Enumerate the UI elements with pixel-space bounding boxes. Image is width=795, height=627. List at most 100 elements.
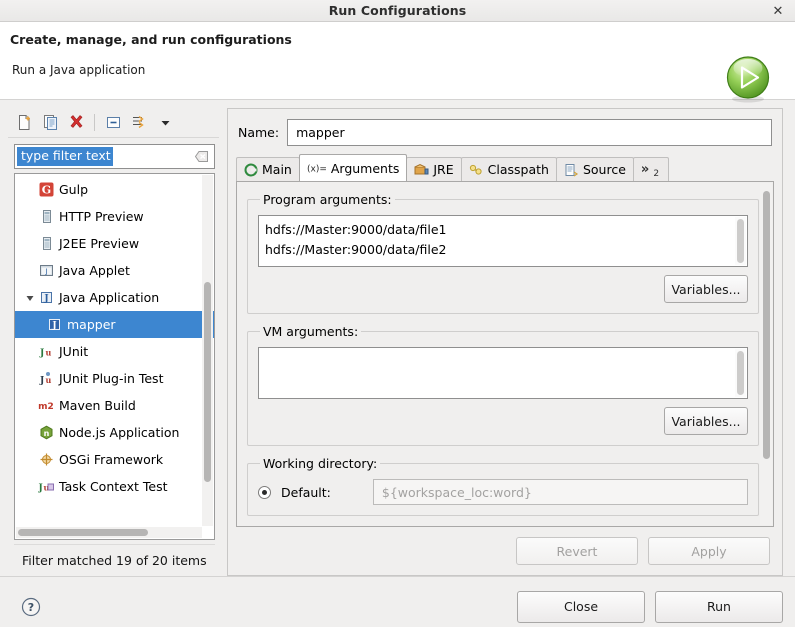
program-arguments-scrollbar-thumb[interactable] [737,219,744,263]
tree-item-label: Gulp [59,182,89,197]
vm-arguments-group: VM arguments: Variables... [247,324,759,446]
tree-item-label: JUnit [59,344,89,359]
vm-arguments-variables-button[interactable]: Variables... [664,407,748,435]
svg-text:?: ? [28,601,34,614]
tab-bar: Main (x)= Arguments JRE Classpath Source… [228,154,782,181]
run-button[interactable]: Run [655,590,783,623]
tab-overflow-chevron-icon: » [640,162,650,177]
working-directory-default-input: ${workspace_loc:word} [372,479,748,505]
tree-item-http-preview[interactable]: HTTP Preview [15,203,214,230]
main-tab-icon [244,163,258,177]
tree-item-task-context-test[interactable]: J u Task Context Test [15,473,214,500]
vm-arguments-textarea[interactable] [258,347,748,399]
program-arguments-variables-button[interactable]: Variables... [664,275,748,303]
apply-button[interactable]: Apply [648,537,770,565]
java-application-icon: J [37,290,55,305]
help-icon[interactable]: ? [20,596,42,618]
tab-label: Classpath [487,162,549,177]
tree-item-java-applet[interactable]: J Java Applet [15,257,214,284]
program-arguments-group: Program arguments: hdfs://Master:9000/da… [247,192,759,314]
vm-arguments-legend: VM arguments: [263,324,359,339]
svg-text:J: J [39,376,44,386]
tree-item-gulp[interactable]: G Gulp [15,176,214,203]
window-title: Run Configurations [328,3,467,18]
tree-item-label: Node.js Application [59,425,180,440]
program-arguments-button-row: Variables... [258,275,748,303]
tree-item-label: Java Application [59,290,160,305]
revert-button[interactable]: Revert [516,537,638,565]
dialog-body: type filter text G Gulp HTTP Preview J2E… [0,100,795,576]
name-label: Name: [238,125,280,140]
tree-item-junit[interactable]: J u JUnit [15,338,214,365]
tree-item-j2ee-preview[interactable]: J2EE Preview [15,230,214,257]
program-arguments-textarea[interactable]: hdfs://Master:9000/data/file1 hdfs://Mas… [258,215,748,267]
tree-vertical-scrollbar[interactable] [202,175,213,526]
filter-configurations-button[interactable] [127,111,151,135]
svg-text:(x)=: (x)= [307,165,327,175]
configurations-tree[interactable]: G Gulp HTTP Preview J2EE Preview J Java … [14,173,215,540]
tab-label: Arguments [330,160,400,176]
clear-filter-icon[interactable] [194,149,210,164]
vm-arguments-button-row: Variables... [258,407,748,435]
new-configuration-button[interactable] [12,111,36,135]
name-row: Name: mapper [228,109,782,154]
tree-vertical-scrollbar-thumb[interactable] [204,282,211,482]
collapse-all-button[interactable] [101,111,125,135]
classpath-tab-icon [469,163,484,177]
duplicate-configuration-button[interactable] [38,111,62,135]
tab-overflow-button[interactable]: » 2 [632,157,670,181]
program-arguments-line: hdfs://Master:9000/data/file1 [265,222,447,237]
tree-item-label: OSGi Framework [59,452,164,467]
delete-configuration-button[interactable] [64,111,88,135]
close-window-icon[interactable]: ✕ [769,2,787,20]
working-directory-default-radio[interactable] [258,485,271,499]
svg-text:J: J [51,321,56,331]
tab-label: Main [262,162,292,177]
revert-apply-row: Revert Apply [228,527,782,575]
vm-arguments-scrollbar[interactable] [735,349,746,397]
working-directory-default-label: Default: [281,484,331,500]
tree-horizontal-scrollbar[interactable] [16,527,202,538]
view-menu-chevron-down-icon[interactable] [153,111,177,135]
tab-classpath[interactable]: Classpath [460,157,557,181]
filter-input[interactable]: type filter text [14,144,215,169]
tab-overflow-count: 2 [653,169,660,179]
tree-item-label: Task Context Test [59,479,168,494]
program-arguments-scrollbar[interactable] [735,217,746,265]
tree-item-maven-build[interactable]: m2 Maven Build [15,392,214,419]
run-configurations-dialog: Run Configurations ✕ Create, manage, and… [0,0,795,627]
tab-main[interactable]: Main [236,157,300,181]
tab-source[interactable]: Source [555,157,634,181]
radio-dot [262,489,267,495]
junit-icon: J u [37,344,55,359]
tab-content-scrollbar[interactable] [760,183,772,525]
filter-status: Filter matched 19 of 20 items [14,544,215,576]
tree-item-java-application[interactable]: J Java Application [15,284,214,311]
arguments-tab-content: Program arguments: hdfs://Master:9000/da… [236,181,774,527]
svg-text:u: u [45,348,51,358]
close-button[interactable]: Close [517,590,645,623]
title-bar: Run Configurations ✕ [0,0,795,22]
tab-jre[interactable]: JRE [406,157,462,181]
working-directory-legend: Working directory: [263,456,378,471]
osgi-icon [37,452,55,467]
tree-item-mapper[interactable]: J mapper [15,311,214,338]
arguments-tab-icon: (x)= [307,161,327,175]
tab-content-scrollbar-thumb[interactable] [763,191,770,459]
working-directory-default-row: Default: ${workspace_loc:word} [258,479,748,505]
vm-arguments-scrollbar-thumb[interactable] [737,351,744,395]
tree-item-label: J2EE Preview [59,236,140,251]
nodejs-icon: n [37,425,55,440]
chevron-down-icon[interactable] [23,293,37,303]
tab-arguments[interactable]: (x)= Arguments [298,154,408,181]
name-input[interactable]: mapper [287,119,772,146]
configurations-toolbar [8,108,219,138]
java-application-icon: J [45,317,63,332]
tree-horizontal-scrollbar-thumb[interactable] [18,529,148,536]
tree-item-junit-plugin-test[interactable]: J u JUnit Plug-in Test [15,365,214,392]
tree-item-nodejs-application[interactable]: n Node.js Application [15,419,214,446]
tree-item-osgi-framework[interactable]: OSGi Framework [15,446,214,473]
run-green-play-icon [723,54,773,104]
tab-label: JRE [433,162,454,177]
working-directory-group: Working directory: Default: ${workspace_… [247,456,759,516]
